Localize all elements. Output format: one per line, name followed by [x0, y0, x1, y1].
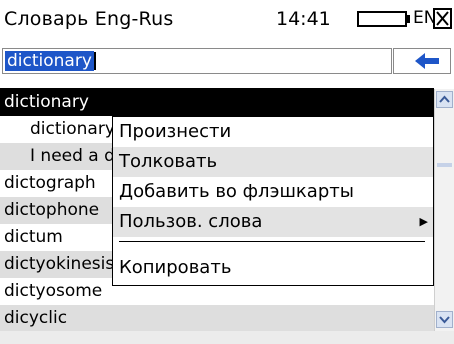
search-row: dictionary — [0, 46, 454, 76]
bottom-bar — [0, 331, 454, 344]
list-item-label: dictograph — [4, 173, 96, 193]
close-x-icon — [436, 11, 449, 26]
menu-item-label: Добавить во флэшкарты — [119, 181, 354, 202]
menu-item[interactable]: Копировать — [113, 253, 433, 283]
list-item-label: dicyclic — [4, 308, 68, 328]
list-item-label: dictyokinesis — [4, 254, 115, 274]
battery-icon — [357, 11, 407, 27]
submenu-arrow-icon: ▶ — [419, 215, 428, 228]
search-input[interactable]: dictionary — [2, 48, 392, 74]
list-item-label: dictionary — [30, 119, 115, 139]
scroll-up-button[interactable] — [436, 91, 453, 108]
scroll-down-icon — [439, 316, 450, 324]
list-item-label: dictum — [4, 227, 63, 247]
app-title: Словарь Eng-Rus — [4, 8, 174, 30]
list-item[interactable]: dictionary — [0, 89, 434, 116]
list-item-label: dictionary — [4, 92, 89, 112]
scroll-down-button[interactable] — [436, 311, 453, 328]
menu-item[interactable]: Произнести — [113, 117, 433, 147]
menu-separator — [119, 241, 425, 242]
menu-item-label: Толковать — [119, 151, 218, 172]
menu-item[interactable]: Добавить во флэшкарты — [113, 177, 433, 207]
list-item-label: dictyosome — [4, 281, 103, 301]
menu-item[interactable]: Толковать — [113, 147, 433, 177]
scroll-thumb[interactable] — [437, 163, 452, 167]
back-arrow-icon — [415, 53, 439, 69]
menu-item-label: Произнести — [119, 121, 232, 142]
context-menu: Произнести Толковать Добавить во флэшкарты… — [112, 116, 434, 286]
text-caret — [94, 52, 96, 70]
scroll-up-icon — [439, 95, 450, 103]
menu-item-label: Копировать — [119, 257, 232, 278]
scrollbar[interactable] — [434, 89, 454, 331]
list-item[interactable]: dicyclic — [0, 305, 434, 332]
battery-tip — [407, 15, 410, 23]
menu-item[interactable]: Пользов. слова ▶ — [113, 207, 433, 237]
back-button[interactable] — [393, 48, 451, 74]
list-item-label: dictophone — [4, 200, 100, 220]
close-button[interactable] — [433, 8, 452, 29]
title-bar: Словарь Eng-Rus 14:41 EN — [0, 0, 454, 46]
menu-item-label: Пользов. слова — [119, 211, 263, 232]
clock: 14:41 — [276, 8, 331, 30]
search-input-value: dictionary — [5, 51, 94, 71]
